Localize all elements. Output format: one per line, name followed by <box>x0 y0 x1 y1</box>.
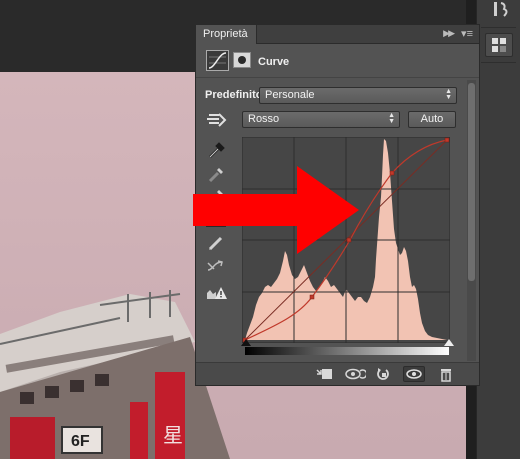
clipping-warning-icon[interactable] <box>206 284 227 302</box>
view-previous-icon[interactable] <box>344 366 368 382</box>
updown-arrows-icon: ▲ ▼ <box>445 88 452 101</box>
target-adjust-icon[interactable] <box>205 111 229 129</box>
mask-icon[interactable] <box>233 52 251 68</box>
adjustments-icon[interactable] <box>485 33 513 57</box>
panel-title: Curve <box>258 56 290 68</box>
sign-kanji: 星 <box>163 423 183 447</box>
sign-6f: 6F <box>71 433 90 450</box>
panel-header: Curve <box>196 45 479 78</box>
dock-separator <box>481 62 516 63</box>
curves-adjustment-icon[interactable] <box>206 50 229 71</box>
annotation-arrow <box>193 166 359 254</box>
curve-point <box>444 137 450 143</box>
updown-arrows-icon: ▲ ▼ <box>388 112 395 125</box>
preset-select[interactable]: Personale ▲ ▼ <box>259 87 457 104</box>
dock-separator <box>481 27 516 28</box>
panel-tab-bar: Proprietà ▶▶ ▾≡ <box>196 25 479 44</box>
auto-button[interactable]: Auto <box>408 111 456 128</box>
panel-menu-icon[interactable]: ▾≡ <box>461 27 473 40</box>
curve-point <box>309 294 315 300</box>
trash-icon[interactable] <box>435 366 457 382</box>
visibility-eye-icon[interactable] <box>403 366 425 382</box>
history-icon[interactable] <box>485 0 513 24</box>
tab-properties[interactable]: Proprietà <box>196 25 257 44</box>
clip-to-layer-icon[interactable] <box>314 366 336 382</box>
preset-label: Predefinito: <box>205 89 267 101</box>
channel-value: Rosso <box>248 113 280 125</box>
scrollbar-thumb[interactable] <box>468 83 475 281</box>
panel-dock <box>476 0 520 459</box>
black-point-slider[interactable] <box>241 339 251 346</box>
curve-point <box>389 170 395 176</box>
input-gradient-bar <box>245 347 449 355</box>
panel-bottom-bar <box>196 362 479 385</box>
white-point-slider[interactable] <box>444 339 454 346</box>
black-eyedropper-icon[interactable] <box>206 141 226 159</box>
channel-select[interactable]: Rosso ▲ ▼ <box>242 111 400 128</box>
preset-value: Personale <box>265 89 315 101</box>
smooth-icon[interactable] <box>206 257 226 275</box>
panel-scrollbar[interactable] <box>467 80 476 361</box>
collapse-icon[interactable]: ▶▶ <box>443 28 455 39</box>
reset-icon[interactable] <box>373 366 395 382</box>
